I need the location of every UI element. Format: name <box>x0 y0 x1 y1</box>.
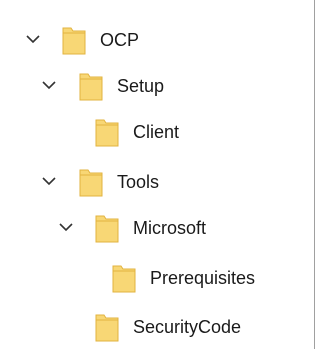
tree-item-microsoft[interactable]: Microsoft <box>0 208 310 248</box>
folder-icon <box>95 213 119 243</box>
tree-item-setup[interactable]: Setup <box>0 66 310 106</box>
tree-item-label: SecurityCode <box>133 317 242 337</box>
tree-item-tools[interactable]: Tools <box>0 162 310 202</box>
tree-item-label: Microsoft <box>133 218 207 238</box>
tree-item-label: OCP <box>100 30 140 50</box>
folder-icon <box>62 25 86 55</box>
folder-icon <box>95 117 119 147</box>
tree-item-label: Prerequisites <box>150 268 256 288</box>
tree-item-label: Tools <box>117 172 160 192</box>
folder-icon <box>79 167 103 197</box>
chevron-down-icon[interactable] <box>59 223 73 232</box>
chevron-down-icon[interactable] <box>26 35 40 44</box>
folder-icon <box>112 263 136 293</box>
tree-item-label: Setup <box>117 76 165 96</box>
tree-item-prerequisites[interactable]: Prerequisites <box>0 258 310 298</box>
chevron-down-icon[interactable] <box>42 177 56 186</box>
folder-icon <box>79 71 103 101</box>
folder-icon <box>95 312 119 342</box>
tree-item-securitycode[interactable]: SecurityCode <box>0 307 310 347</box>
chevron-down-icon[interactable] <box>42 81 56 90</box>
folder-tree-panel: OCP Setup Client Tools Microsoft Prerequ… <box>0 0 315 349</box>
tree-item-ocp[interactable]: OCP <box>0 20 310 60</box>
tree-item-label: Client <box>133 122 180 142</box>
tree-item-client[interactable]: Client <box>0 112 310 152</box>
